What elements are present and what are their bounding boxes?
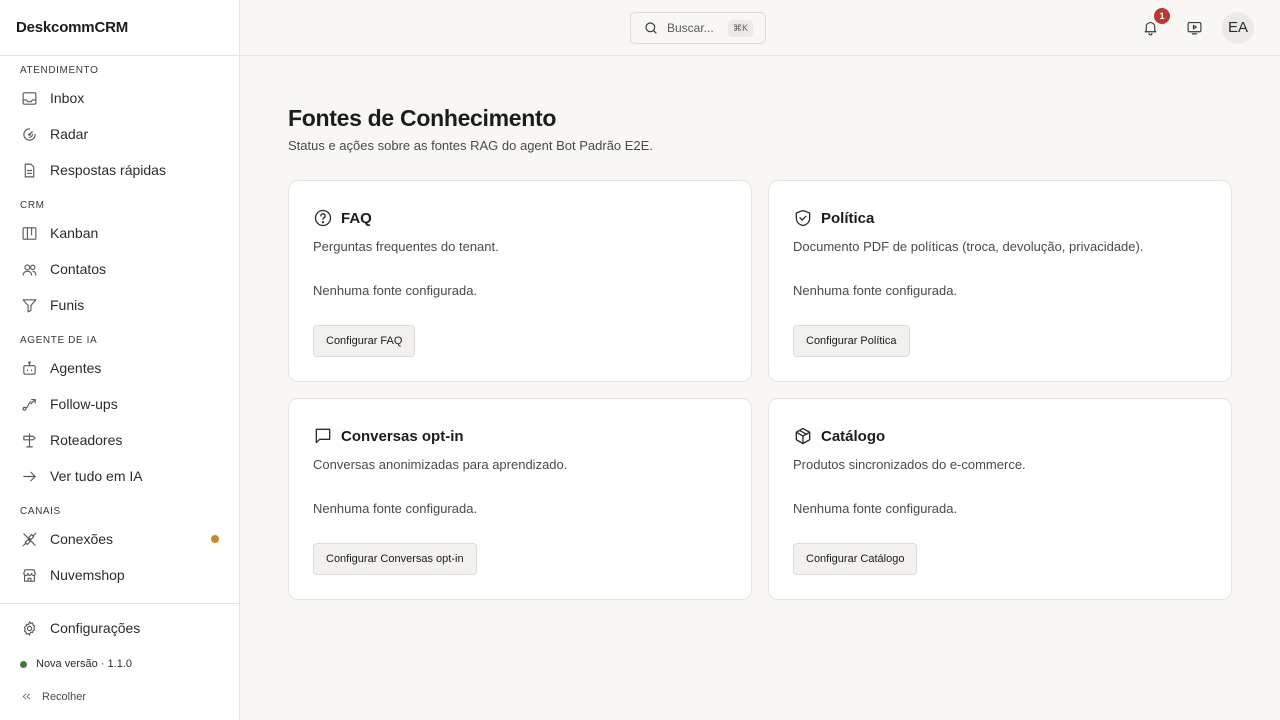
card-title: Conversas opt-in: [341, 427, 464, 445]
sidebar-item-conexoes[interactable]: Conexões: [0, 521, 239, 557]
section-label-canais: CANAIS: [20, 506, 61, 517]
card-status: Nenhuma fonte configurada.: [793, 501, 958, 516]
version-indicator[interactable]: Nova versão · 1.1.0: [20, 658, 132, 670]
sidebar-item-label: Conexões: [50, 531, 114, 547]
section-label-atendimento: ATENDIMENTO: [20, 65, 99, 76]
sidebar-item-label: Kanban: [50, 225, 99, 241]
sidebar-item-contatos[interactable]: Contatos: [0, 251, 239, 287]
avatar[interactable]: EA: [1222, 12, 1254, 44]
configure-conversas-button[interactable]: Configurar Conversas opt-in: [313, 543, 477, 575]
knowledge-card-faq: FAQ Perguntas frequentes do tenant. Nenh…: [288, 180, 752, 382]
card-title: Política: [821, 209, 875, 227]
signpost-icon: [20, 431, 38, 449]
search-icon: [645, 22, 657, 34]
bot-icon: [20, 359, 38, 377]
page-title: Fontes de Conhecimento: [288, 105, 557, 131]
version-label: Nova versão · 1.1.0: [36, 658, 132, 670]
sidebar-item-label: Configurações: [50, 620, 141, 636]
sidebar-item-label: Roteadores: [50, 432, 123, 448]
message-square-icon: [315, 428, 331, 444]
knowledge-card-politica: Política Documento PDF de políticas (tro…: [768, 180, 1232, 382]
online-dot: [20, 660, 27, 668]
search-shortcut: ⌘K: [727, 20, 753, 37]
sidebar-item-label: Funis: [50, 297, 85, 313]
configure-faq-button[interactable]: Configurar FAQ: [313, 325, 416, 357]
users-icon: [20, 260, 38, 278]
route-icon: [20, 395, 38, 413]
sidebar-item-configuracoes[interactable]: Configurações: [0, 610, 239, 646]
card-status: Nenhuma fonte configurada.: [793, 283, 958, 298]
sidebar-item-funis[interactable]: Funis: [0, 287, 239, 323]
chevrons-left-icon: [22, 693, 31, 700]
sidebar-item-label: Contatos: [50, 261, 107, 277]
card-description: Perguntas frequentes do tenant.: [313, 239, 499, 254]
sidebar-item-radar[interactable]: Radar: [0, 116, 239, 152]
sidebar-item-label: Radar: [50, 126, 89, 142]
topbar: Buscar... ⌘K 1 EA: [240, 0, 1280, 56]
sidebar-item-follow-ups[interactable]: Follow-ups: [0, 386, 239, 422]
collapse-label: Recolher: [42, 690, 87, 703]
card-title: FAQ: [341, 209, 372, 227]
card-description: Conversas anonimizadas para aprendizado.: [313, 457, 568, 472]
help-circle-icon: [314, 209, 332, 227]
knowledge-card-conversas: Conversas opt-in Conversas anonimizadas …: [288, 398, 752, 600]
card-title: Catálogo: [821, 427, 886, 445]
plug-icon: [20, 530, 38, 548]
document-icon: [20, 161, 38, 179]
package-icon: [795, 427, 811, 445]
sidebar-item-label: Ver tudo em IA: [50, 468, 143, 484]
funnel-icon: [20, 296, 38, 314]
configure-politica-button[interactable]: Configurar Política: [793, 325, 910, 357]
card-description: Documento PDF de políticas (troca, devol…: [793, 239, 1144, 254]
gear-icon: [20, 619, 38, 637]
page-subtitle: Status e ações sobre as fontes RAG do ag…: [288, 138, 653, 153]
brand-logo[interactable]: DeskcommCRM: [0, 0, 239, 56]
sidebar-item-ver-tudo-em-ia[interactable]: Ver tudo em IA: [0, 458, 239, 494]
sidebar-item-label: Respostas rápidas: [50, 162, 166, 178]
sidebar-item-nuvemshop[interactable]: Nuvemshop: [0, 557, 239, 593]
card-status: Nenhuma fonte configurada.: [313, 283, 478, 298]
knowledge-card-catalogo: Catálogo Produtos sincronizados do e-com…: [768, 398, 1232, 600]
arrow-right-icon: [20, 467, 38, 485]
kanban-icon: [20, 224, 38, 242]
collapse-sidebar-button[interactable]: Recolher: [20, 690, 86, 703]
sidebar-item-label: Nuvemshop: [50, 567, 125, 583]
sidebar-item-agentes[interactable]: Agentes: [0, 350, 239, 386]
sidebar-item-label: Inbox: [50, 90, 85, 106]
search-input[interactable]: Buscar... ⌘K: [630, 12, 766, 44]
card-status: Nenhuma fonte configurada.: [313, 501, 478, 516]
sidebar-item-respostas-rapidas[interactable]: Respostas rápidas: [0, 152, 239, 188]
configure-catalogo-button[interactable]: Configurar Catálogo: [793, 543, 918, 575]
notification-badge: 1: [1154, 8, 1170, 24]
inbox-icon: [20, 89, 38, 107]
sidebar-item-label: Follow-ups: [50, 396, 118, 412]
sidebar-item-roteadores[interactable]: Roteadores: [0, 422, 239, 458]
section-label-agente-de-ia: AGENTE DE IA: [20, 335, 98, 346]
sidebar-footer: Configurações Nova versão · 1.1.0 Recolh…: [0, 603, 239, 720]
play-screen-icon: [1187, 21, 1201, 34]
sidebar: DeskcommCRM ATENDIMENTO Inbox Radar Resp…: [0, 0, 240, 720]
sidebar-item-label: Agentes: [50, 360, 102, 376]
radar-icon: [20, 125, 38, 143]
store-icon: [20, 566, 38, 584]
search-placeholder: Buscar...: [667, 21, 714, 35]
sidebar-item-kanban[interactable]: Kanban: [0, 215, 239, 251]
video-tutorial-button[interactable]: [1183, 16, 1205, 38]
sidebar-item-inbox[interactable]: Inbox: [0, 80, 239, 116]
card-description: Produtos sincronizados do e-commerce.: [793, 457, 1026, 472]
section-label-crm: CRM: [20, 200, 45, 211]
status-dot: [211, 535, 219, 543]
shield-check-icon: [795, 209, 811, 227]
